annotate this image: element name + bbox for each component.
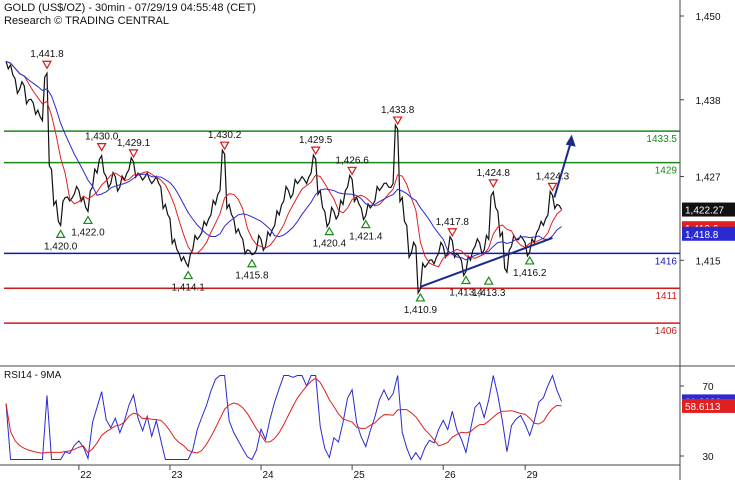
pivot-low-marker <box>460 275 471 285</box>
gold-chart: 1,450 1,438 1,427 1,415 22 23 24 25 26 29 1433.5 14… <box>0 0 735 480</box>
pivot-high-marker <box>96 143 107 152</box>
last-price-tag: 1,422.27 <box>685 206 724 217</box>
pivot-high-label: 1,441.8 <box>30 49 64 60</box>
pivot-high-label: 1,429.5 <box>299 135 333 146</box>
rsi-title: RSI14 - 9MA <box>4 370 62 381</box>
pivot-low-marker <box>415 292 426 302</box>
price-tick-label: 1,427 <box>695 173 720 184</box>
forecast-arrow-head <box>565 134 576 147</box>
pivot-high-label: 1,424.8 <box>477 168 511 179</box>
pivot-low-marker <box>524 255 535 265</box>
pivot-high-label: 1,429.1 <box>117 138 151 149</box>
price-tick-label: 1,438 <box>695 96 720 107</box>
level-label: 1406 <box>655 326 678 337</box>
pivot-low-label: 1,422.0 <box>71 227 105 238</box>
pivot-low-label: 1,415.8 <box>235 271 269 282</box>
pivot-high-marker <box>392 116 403 126</box>
level-label: 1411 <box>655 291 677 302</box>
pivot-high-marker <box>310 146 321 156</box>
time-tick-label: 26 <box>445 470 457 480</box>
time-tick-label: 25 <box>354 470 366 480</box>
level-label: 1416 <box>655 256 678 267</box>
time-tick-label: 24 <box>262 470 274 480</box>
pivot-low-label: 1,410.9 <box>404 305 438 316</box>
time-tick-label: 23 <box>171 470 183 480</box>
pivot-high-marker <box>128 149 139 159</box>
price-tick-label: 1,415 <box>695 256 720 267</box>
pivot-low-label: 1,421.4 <box>349 232 383 243</box>
rsi-series <box>5 374 563 461</box>
pivot-low-label: 1,420.4 <box>313 239 347 250</box>
pivot-high-label: 1,433.8 <box>381 105 415 116</box>
forecast-arrow-shaft <box>553 142 572 198</box>
pivot-high-label: 1,424.3 <box>536 171 570 182</box>
price-tick-label: 1,450 <box>695 12 720 23</box>
pivot-high-label: 1,430.0 <box>85 132 119 143</box>
pivot-low-marker <box>55 229 66 238</box>
ma-slow-tag: 1,418.8 <box>685 230 719 241</box>
pivot-high-label: 1,426.6 <box>335 155 369 166</box>
time-tick-label: 29 <box>527 470 539 480</box>
pivot-low-label: 1,413.3 <box>472 288 506 299</box>
pivot-low-label: 1,414.1 <box>171 283 205 294</box>
rsi-ma-value-tag: 58.6113 <box>685 402 721 413</box>
pivot-low-marker <box>183 270 194 280</box>
pivot-high-marker <box>347 166 358 176</box>
pivot-low-marker <box>324 226 335 236</box>
pivot-low-label: 1,420.0 <box>44 241 78 252</box>
pivot-low-marker <box>360 219 371 229</box>
rsi-tick-label: 70 <box>702 382 714 393</box>
level-label: 1429 <box>655 166 678 177</box>
rsi-ma-series <box>5 377 562 454</box>
pivot-low-marker <box>483 275 494 285</box>
pivot-low-marker <box>246 258 257 268</box>
pivot-high-label: 1,430.2 <box>208 130 242 141</box>
pivot-high-label: 1,417.8 <box>436 217 470 228</box>
level-label: 1433.5 <box>646 134 677 145</box>
pivot-high-marker <box>219 141 230 151</box>
pivot-low-marker <box>82 215 94 225</box>
pivot-low-label: 1,416.2 <box>513 268 547 279</box>
pivot-high-marker <box>447 228 458 237</box>
rsi-tick-label: 30 <box>702 452 714 463</box>
pivot-high-marker <box>547 182 558 192</box>
time-tick-label: 22 <box>80 470 92 480</box>
pivot-high-marker <box>41 60 53 70</box>
pivot-high-marker <box>488 179 499 189</box>
